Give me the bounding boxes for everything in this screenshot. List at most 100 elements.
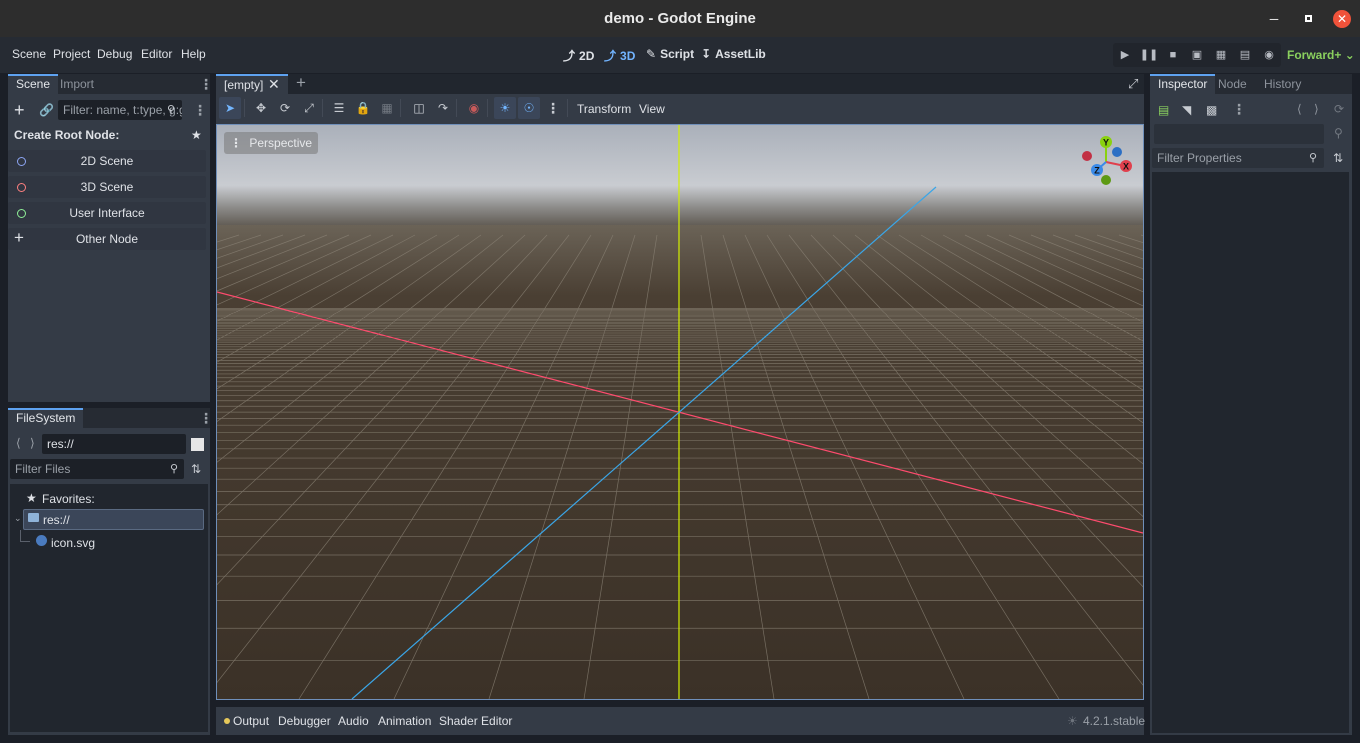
root-2d-scene-button[interactable]: 2D Scene — [8, 150, 206, 172]
resource-options-icon[interactable]: ⋮ — [1232, 101, 1246, 118]
scale-mode-icon[interactable]: ⤢ — [298, 97, 320, 119]
select-mode-icon[interactable]: ➤ — [219, 97, 241, 119]
back-icon[interactable]: ⟨ — [16, 436, 21, 450]
history-forward-icon[interactable]: ⟩ — [1314, 102, 1319, 116]
toolbar-separator — [567, 99, 568, 117]
tab-output[interactable]: Output — [233, 714, 269, 728]
add-scene-tab-icon[interactable]: + — [296, 73, 306, 93]
play-custom-scene-icon[interactable]: ▤ — [1234, 44, 1256, 66]
view-gizmo[interactable]: Y X Z — [1079, 135, 1135, 191]
play-icon[interactable]: ▶ — [1114, 44, 1136, 66]
version-label[interactable]: 4.2.1.stable — [1083, 714, 1145, 728]
search-icon: ⚲ — [170, 463, 179, 475]
search-icon: ⚲ — [167, 104, 176, 116]
viewport-3d[interactable] — [216, 124, 1144, 700]
favorite-star-icon[interactable]: ★ — [191, 128, 202, 142]
sun-preview-icon[interactable]: ☀ — [494, 97, 516, 119]
node2d-icon — [17, 157, 26, 166]
save-resource-icon[interactable]: ▩ — [1206, 103, 1217, 117]
menu-project[interactable]: Project — [53, 47, 90, 61]
tab-filesystem[interactable]: FileSystem — [8, 408, 84, 428]
camera-override-icon[interactable]: ◉ — [463, 97, 485, 119]
property-sort-icon[interactable]: ⇅ — [1333, 151, 1343, 165]
environment-preview-icon[interactable]: ☉ — [518, 97, 540, 119]
minimize-icon[interactable]: ─ — [1266, 11, 1282, 27]
toolbar-separator — [244, 99, 245, 117]
root-other-node-button[interactable]: + Other Node — [8, 228, 206, 250]
root-user-interface-button[interactable]: User Interface — [8, 202, 206, 224]
tab-animation[interactable]: Animation — [378, 714, 431, 728]
play-scene-icon[interactable]: ▦ — [1210, 44, 1232, 66]
tab-inspector[interactable]: Inspector — [1150, 74, 1216, 94]
maximize-icon[interactable] — [1300, 11, 1316, 27]
workspace-3d-button[interactable]: ⤴ 3D — [604, 47, 635, 64]
gizmo-z-label: Z — [1094, 166, 1100, 176]
scene-filter-input[interactable]: Filter: name, t:type, g:group — [58, 100, 182, 120]
filter-files-input[interactable]: Filter Files — [10, 459, 184, 479]
collapse-arrow-icon[interactable]: ⌄ — [14, 513, 22, 524]
scene-tab-empty[interactable]: [empty] ✕ — [216, 74, 288, 94]
gizmo-y-label: Y — [1103, 138, 1109, 148]
stop-icon[interactable]: ■ — [1162, 44, 1184, 66]
local-space-icon[interactable]: ◫ — [408, 97, 430, 119]
history-icon[interactable]: ⟳ — [1334, 102, 1344, 116]
pause-icon[interactable]: ❚❚ — [1138, 44, 1160, 66]
dock-menu-icon[interactable]: ⋮ — [199, 76, 213, 93]
remote-debug-icon[interactable]: ▣ — [1186, 44, 1208, 66]
workspace-script-button[interactable]: ✎ Script — [646, 47, 694, 61]
menu-help[interactable]: Help — [181, 47, 206, 61]
gizmo-neg-y — [1101, 175, 1111, 185]
workspace-2d-button[interactable]: ⤴ 2D — [563, 47, 594, 64]
renderer-select[interactable]: Forward+ ⌄ — [1287, 48, 1355, 62]
filesystem-dock: FileSystem ⋮ ⟨ ⟩ res:// Filter Files ⚲ ⇅… — [8, 408, 213, 735]
open-resource-icon[interactable]: ◥ — [1182, 103, 1191, 117]
lock-icon[interactable]: 🔒 — [352, 97, 374, 119]
list-select-icon[interactable]: ☰ — [328, 97, 350, 119]
preview-options-icon[interactable]: ⋮ — [542, 97, 564, 119]
toolbar-separator — [400, 99, 401, 117]
menu-editor[interactable]: Editor — [141, 47, 172, 61]
object-search-icon[interactable]: ⚲ — [1334, 126, 1343, 140]
menu-debug[interactable]: Debug — [97, 47, 132, 61]
filesystem-menu-icon[interactable]: ⋮ — [199, 410, 213, 427]
sort-icon[interactable]: ⇅ — [191, 462, 201, 476]
add-node-icon[interactable]: + — [14, 100, 25, 121]
tab-debugger[interactable]: Debugger — [278, 714, 331, 728]
tab-history[interactable]: History — [1256, 74, 1309, 94]
assetlib-icon: ↧ — [701, 47, 712, 61]
tree-item-res[interactable]: res:// — [23, 509, 204, 530]
object-path-field — [1154, 124, 1324, 144]
tree-item-icon-svg[interactable]: icon.svg — [51, 536, 95, 550]
tab-scene[interactable]: Scene — [8, 74, 59, 94]
close-window-icon[interactable]: ✕ — [1333, 10, 1351, 28]
filesystem-path-input[interactable]: res:// — [42, 434, 186, 454]
workspace-assetlib-button[interactable]: ↧ AssetLib — [701, 47, 766, 61]
group-icon[interactable]: ▦ — [376, 97, 398, 119]
filter-properties-input[interactable]: Filter Properties — [1152, 148, 1324, 168]
history-back-icon[interactable]: ⟨ — [1297, 102, 1302, 116]
distraction-free-icon[interactable]: ⤢ — [1128, 76, 1138, 92]
toolbar-separator — [322, 99, 323, 117]
scene-options-icon[interactable]: ⋮ — [193, 102, 207, 119]
transform-menu[interactable]: Transform — [577, 102, 631, 116]
close-tab-icon[interactable]: ✕ — [268, 76, 280, 93]
link-icon[interactable]: 🔗 — [39, 103, 54, 117]
tab-audio[interactable]: Audio — [338, 714, 369, 728]
view-menu[interactable]: View — [639, 102, 665, 116]
root-3d-scene-button[interactable]: 3D Scene — [8, 176, 206, 198]
menu-scene[interactable]: Scene — [12, 47, 46, 61]
move-mode-icon[interactable]: ✥ — [250, 97, 272, 119]
tab-node[interactable]: Node — [1210, 74, 1255, 94]
inspector-properties-area — [1152, 172, 1349, 733]
gizmo-neg-z — [1112, 147, 1122, 157]
2d-icon: ⤴ — [563, 49, 576, 63]
perspective-menu[interactable]: ⋮ Perspective — [224, 132, 319, 154]
new-resource-icon[interactable]: ▤ — [1158, 103, 1169, 117]
snap-icon[interactable]: ↷ — [432, 97, 454, 119]
forward-icon[interactable]: ⟩ — [30, 436, 35, 450]
split-mode-icon[interactable] — [191, 438, 204, 451]
tab-import[interactable]: Import — [52, 74, 102, 94]
movie-maker-icon[interactable]: ◉ — [1258, 44, 1280, 66]
rotate-mode-icon[interactable]: ⟳ — [274, 97, 296, 119]
tab-shader-editor[interactable]: Shader Editor — [439, 714, 512, 728]
